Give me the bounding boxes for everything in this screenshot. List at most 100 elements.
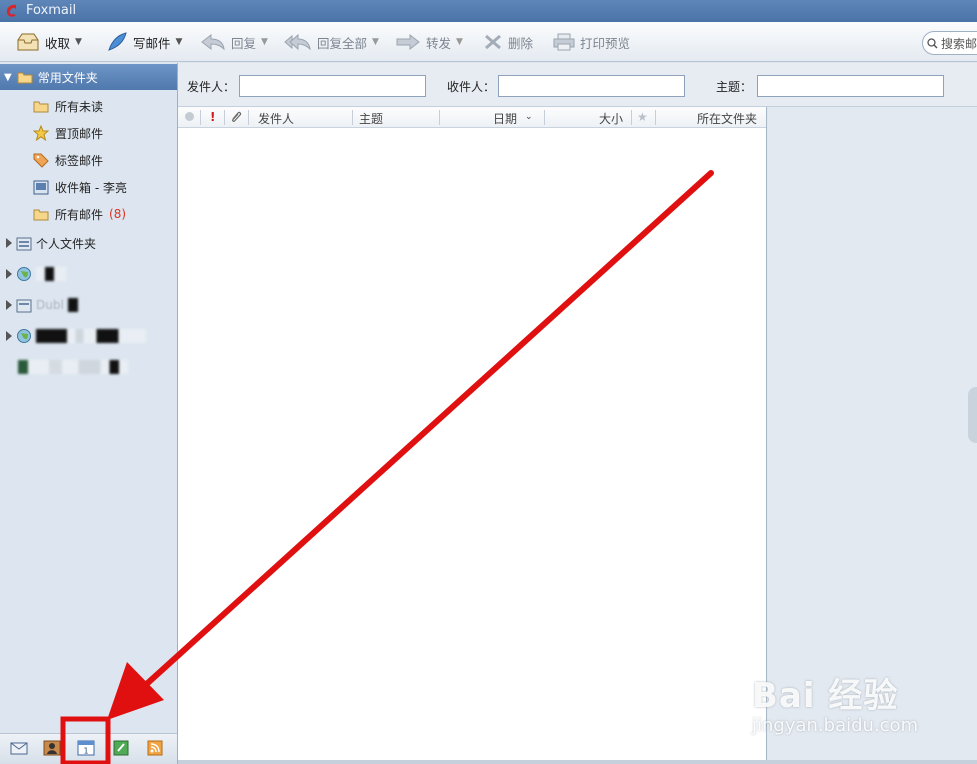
foxmail-logo-icon bbox=[6, 4, 16, 17]
folder-label: 所有邮件 bbox=[55, 207, 104, 222]
expand-triangle-icon[interactable] bbox=[6, 269, 12, 279]
redacted-text bbox=[67, 298, 78, 312]
forward-label: 转发 bbox=[426, 35, 452, 51]
mail-icon[interactable] bbox=[10, 740, 28, 756]
redacted-account-name bbox=[36, 329, 146, 343]
pane-resize-handle[interactable] bbox=[968, 387, 977, 443]
reply-arrow-icon bbox=[201, 33, 225, 51]
folder-tagged[interactable]: 标签邮件 bbox=[33, 149, 103, 171]
favorites-header[interactable]: ▼ 常用文件夹 bbox=[0, 64, 177, 90]
folder-label: 所有未读 bbox=[55, 99, 104, 114]
delete-x-icon bbox=[485, 34, 501, 50]
star-icon bbox=[33, 125, 49, 141]
tag-icon bbox=[33, 153, 49, 168]
expand-triangle-icon[interactable] bbox=[6, 238, 12, 248]
inbox-tray-icon bbox=[17, 33, 39, 51]
reply-button[interactable]: 回复 ▼ bbox=[200, 22, 268, 62]
search-input[interactable]: 搜索邮 bbox=[922, 31, 977, 55]
forward-button[interactable]: 转发 ▼ bbox=[395, 22, 463, 62]
status-bar bbox=[178, 760, 977, 764]
folder-icon bbox=[33, 209, 49, 220]
personal-folder-icon bbox=[16, 237, 32, 250]
watermark-url: jingyan.baidu.com bbox=[752, 715, 919, 736]
size-column-header[interactable]: 大小 bbox=[599, 110, 623, 127]
chevron-down-icon[interactable]: ▼ bbox=[456, 37, 463, 47]
calendar-icon[interactable]: 1 bbox=[77, 740, 95, 756]
folder-pane: ▼ 常用文件夹 所有未读 置顶邮件 标签邮件 收件箱 - 李亮 所有邮件 (8)… bbox=[0, 63, 178, 733]
personal-folder-label: 个人文件夹 bbox=[36, 236, 97, 251]
message-filter-bar: 发件人： 收件人： 主题： bbox=[178, 63, 977, 107]
reply-label: 回复 bbox=[231, 35, 257, 51]
module-switcher: 1 bbox=[0, 733, 178, 764]
receive-label: 收取 bbox=[45, 35, 71, 51]
expand-triangle-icon[interactable]: ▼ bbox=[4, 72, 12, 83]
folder-label: 收件箱 - 李亮 bbox=[55, 180, 127, 195]
print-preview-label: 打印预览 bbox=[580, 35, 631, 51]
account-label: Dubl bbox=[36, 298, 64, 312]
baidu-watermark: Bai 经验 jingyan.baidu.com bbox=[752, 660, 972, 745]
account-globe-icon bbox=[17, 329, 31, 343]
star-column-icon[interactable]: ★ bbox=[637, 110, 648, 124]
folder-column-header[interactable]: 所在文件夹 bbox=[697, 110, 757, 127]
folder-label: 置顶邮件 bbox=[55, 126, 104, 141]
rss-feed-icon[interactable] bbox=[146, 740, 164, 756]
compose-button[interactable]: 写邮件 ▼ bbox=[106, 22, 182, 62]
chevron-down-icon[interactable]: ▼ bbox=[75, 37, 82, 47]
account-item[interactable] bbox=[6, 263, 66, 285]
priority-column-icon[interactable]: ! bbox=[210, 110, 215, 124]
attachment-column-icon[interactable] bbox=[229, 110, 243, 124]
toolbar: 收取 ▼ 写邮件 ▼ 回复 ▼ 回复全部 ▼ 转发 ▼ 删除 打印预览 bbox=[0, 22, 977, 62]
folder-all-mail[interactable]: 所有邮件 (8) bbox=[33, 203, 126, 225]
folder-all-unread[interactable]: 所有未读 bbox=[33, 95, 103, 117]
chevron-down-icon[interactable]: ▼ bbox=[261, 37, 268, 47]
from-column-header[interactable]: 发件人 bbox=[258, 110, 294, 127]
unread-count: (8) bbox=[109, 207, 127, 221]
chevron-down-icon[interactable]: ⌄ bbox=[525, 112, 533, 122]
account-folder-icon bbox=[16, 299, 32, 312]
folder-pinned[interactable]: 置顶邮件 bbox=[33, 122, 103, 144]
watermark-brand: Bai 经验 bbox=[752, 676, 899, 716]
subject-filter-input[interactable] bbox=[757, 75, 944, 97]
reply-all-label: 回复全部 bbox=[317, 35, 368, 51]
column-header: ! 发件人 主题 日期 ⌄ 大小 ★ 所在文件夹 bbox=[178, 107, 766, 128]
print-preview-button[interactable]: 打印预览 bbox=[553, 22, 630, 62]
receive-button[interactable]: 收取 ▼ bbox=[16, 22, 82, 62]
contacts-icon[interactable] bbox=[43, 740, 61, 756]
account-item[interactable]: Dubl bbox=[6, 294, 78, 316]
message-list[interactable]: ! 发件人 主题 日期 ⌄ 大小 ★ 所在文件夹 bbox=[178, 107, 767, 764]
favorites-label: 常用文件夹 bbox=[37, 70, 98, 85]
expand-triangle-icon[interactable] bbox=[6, 300, 12, 310]
personal-folders[interactable]: 个人文件夹 bbox=[6, 232, 96, 254]
from-filter-label: 发件人： bbox=[187, 80, 236, 94]
account-item[interactable] bbox=[18, 356, 128, 378]
subject-filter-label: 主题： bbox=[716, 80, 753, 94]
delete-button[interactable]: 删除 bbox=[483, 22, 533, 62]
date-column-header[interactable]: 日期 bbox=[493, 110, 517, 127]
search-placeholder: 搜索邮 bbox=[941, 36, 977, 51]
redacted-account-name bbox=[18, 360, 128, 374]
printer-icon bbox=[553, 33, 575, 51]
folder-icon bbox=[17, 72, 33, 83]
from-filter-input[interactable] bbox=[239, 75, 426, 97]
subject-column-header[interactable]: 主题 bbox=[359, 110, 383, 127]
notes-icon[interactable] bbox=[112, 740, 130, 756]
search-icon bbox=[927, 37, 938, 49]
delete-label: 删除 bbox=[508, 35, 534, 51]
forward-arrow-icon bbox=[396, 33, 420, 51]
to-filter-label: 收件人： bbox=[447, 80, 496, 94]
read-status-column-icon[interactable] bbox=[185, 112, 194, 121]
account-globe-icon bbox=[17, 267, 31, 281]
reply-all-arrow-icon bbox=[284, 33, 311, 51]
window-title: Foxmail bbox=[26, 3, 77, 18]
expand-triangle-icon[interactable] bbox=[6, 331, 12, 341]
chevron-down-icon[interactable]: ▼ bbox=[372, 37, 379, 47]
folder-label: 标签邮件 bbox=[55, 153, 104, 168]
svg-text:1: 1 bbox=[83, 747, 88, 756]
reply-all-button[interactable]: 回复全部 ▼ bbox=[284, 22, 379, 62]
to-filter-input[interactable] bbox=[498, 75, 685, 97]
chevron-down-icon[interactable]: ▼ bbox=[176, 37, 183, 47]
folder-inbox[interactable]: 收件箱 - 李亮 bbox=[33, 176, 127, 198]
compose-label: 写邮件 bbox=[133, 35, 171, 51]
account-item[interactable] bbox=[6, 325, 146, 347]
inbox-icon bbox=[33, 180, 49, 194]
